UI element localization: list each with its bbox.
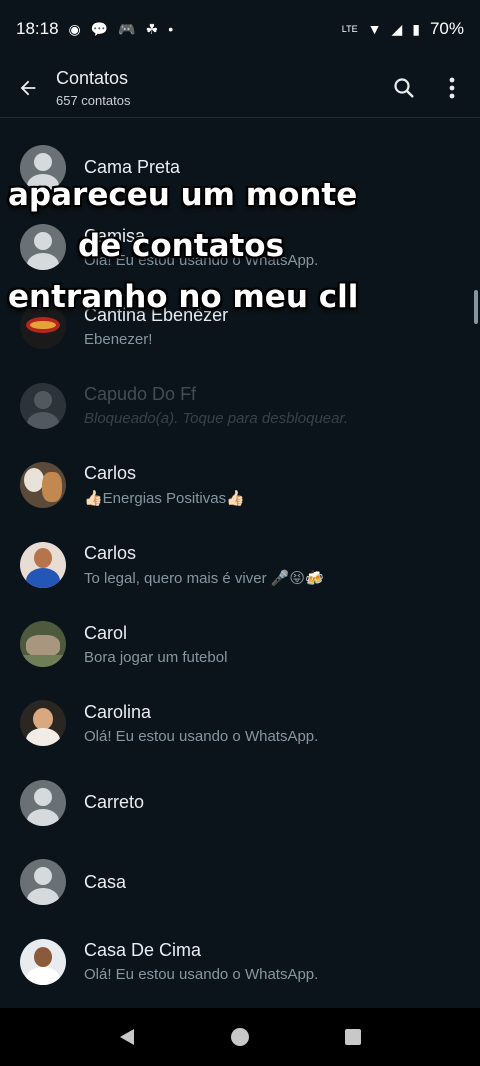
- app-icon: ☘: [145, 21, 159, 37]
- list-item[interactable]: Carreto: [0, 763, 480, 842]
- wifi-icon: ▼: [367, 21, 382, 37]
- volte-icon: LTE: [341, 23, 358, 34]
- contact-about: Olá! Eu estou usando o WhatsApp.: [84, 251, 319, 269]
- avatar: [20, 700, 66, 747]
- avatar: [20, 938, 66, 985]
- avatar: [20, 462, 66, 509]
- nav-home-button[interactable]: [220, 1017, 260, 1057]
- system-nav-bar: [0, 1008, 480, 1066]
- list-item[interactable]: Carlos To legal, quero mais é viver 🎤😝🍻: [0, 525, 480, 604]
- signal-icon: ◢: [391, 21, 403, 37]
- default-avatar-icon: [20, 224, 66, 271]
- avatar: [20, 621, 66, 668]
- contacts-count: 657 contatos: [56, 92, 131, 108]
- contact-name: Casa: [84, 871, 127, 892]
- chat-bubble-icon: 💬: [90, 21, 109, 37]
- list-item[interactable]: Cama Preta: [0, 128, 480, 207]
- contact-name: Cama Preta: [84, 157, 181, 178]
- contact-name: Carreto: [84, 792, 145, 813]
- contact-about: 👍🏻Energias Positivas👍🏻: [84, 490, 245, 508]
- list-item[interactable]: Cantina Ebenézer Ebenezer!: [0, 287, 480, 366]
- contact-about: To legal, quero mais é viver 🎤😝🍻: [84, 569, 324, 587]
- contact-name: Casa De Cima: [84, 940, 202, 961]
- avatar: [20, 303, 66, 350]
- battery-percent: 70%: [429, 19, 464, 38]
- status-time: 18:18: [16, 19, 59, 38]
- partial-list-item: [0, 118, 480, 128]
- contact-name: Capudo Do Ff: [84, 384, 197, 405]
- contact-about: Bora jogar um futebol: [84, 648, 228, 666]
- contact-name: Carol: [84, 622, 128, 643]
- scrollbar-thumb[interactable]: [474, 290, 478, 324]
- default-avatar-icon: [20, 382, 66, 429]
- notification-dot-icon: •: [168, 21, 174, 37]
- contact-name: Cantina Ebenézer: [84, 304, 229, 325]
- search-button[interactable]: [380, 64, 428, 112]
- triangle-back-icon: [119, 1029, 134, 1045]
- list-item[interactable]: Carol Bora jogar um futebol: [0, 604, 480, 683]
- status-bar: 18:18 ◉ 💬 🎮 ☘ • LTE ▼ ◢ ▮ 70%: [0, 0, 480, 58]
- contact-name: Carlos: [84, 542, 137, 563]
- contact-name: Camisa: [84, 225, 146, 246]
- list-item[interactable]: Carlos 👍🏻Energias Positivas👍🏻: [0, 446, 480, 525]
- contact-about: Olá! Eu estou usando o WhatsApp.: [84, 727, 319, 745]
- game-icon: 🎮: [118, 21, 136, 37]
- contact-about: Ebenezer!: [84, 330, 153, 348]
- header-titles: Contatos 657 contatos: [56, 68, 380, 108]
- default-avatar-icon: [20, 144, 66, 191]
- default-avatar-icon: [20, 859, 66, 906]
- app-bar: Contatos 657 contatos: [0, 58, 480, 118]
- back-button[interactable]: [0, 60, 56, 116]
- nav-back-button[interactable]: [107, 1017, 147, 1057]
- list-item[interactable]: Capudo Do Ff Bloqueado(a). Toque para de…: [0, 366, 480, 445]
- contact-about: Olá! Eu estou usando o WhatsApp.: [84, 966, 319, 984]
- more-vert-icon: [449, 77, 455, 98]
- contact-list[interactable]: Cama Preta Camisa Olá! Eu estou usando o…: [0, 118, 480, 1008]
- circle-home-icon: [230, 1028, 249, 1046]
- contact-name: Carlos: [84, 463, 137, 484]
- page-title: Contatos: [56, 67, 129, 88]
- contact-name: Carolina: [84, 701, 152, 722]
- back-arrow-icon: [20, 80, 36, 95]
- nav-recents-button[interactable]: [333, 1017, 373, 1057]
- more-options-button[interactable]: [428, 64, 476, 112]
- search-icon: [394, 77, 414, 98]
- battery-icon: ▮: [412, 21, 420, 37]
- square-recents-icon: [345, 1029, 362, 1045]
- list-item[interactable]: Casa: [0, 843, 480, 922]
- list-item[interactable]: Carolina Olá! Eu estou usando o WhatsApp…: [0, 684, 480, 763]
- contact-about: Bloqueado(a). Toque para desbloquear.: [84, 410, 349, 428]
- list-item[interactable]: Camisa Olá! Eu estou usando o WhatsApp.: [0, 207, 480, 286]
- status-dot-icon: ◉: [68, 21, 81, 37]
- default-avatar-icon: [20, 779, 66, 826]
- list-item[interactable]: Casa De Cima Olá! Eu estou usando o What…: [0, 922, 480, 1001]
- avatar: [20, 541, 66, 588]
